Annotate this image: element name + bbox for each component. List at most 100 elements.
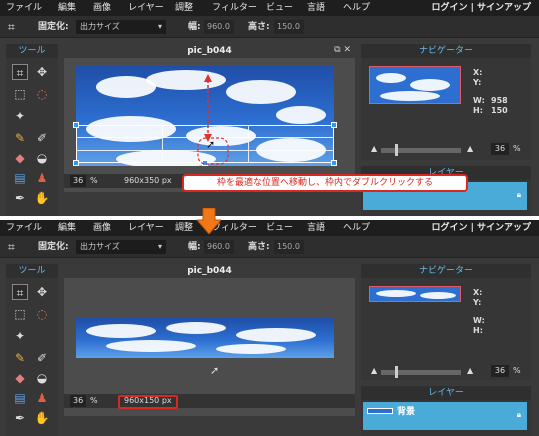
navigator-zoom-row: ▲ ▲ 36 %	[371, 143, 526, 156]
move-icon[interactable]: ✥	[34, 284, 50, 300]
stamp-icon[interactable]: ♟	[34, 170, 50, 186]
document-window: pic_b044 ⧉ ✕ ➚	[64, 44, 355, 192]
menu-filter[interactable]: フィルター	[212, 0, 257, 16]
zoom-out-icon[interactable]: ▲	[371, 144, 377, 153]
eraser-icon[interactable]: ◆	[12, 150, 28, 166]
menu-bar: ファイル 編集 画像 レイヤー 調整 フィルター ビュー 言語 ヘルプ ログイン…	[0, 0, 539, 16]
lock-icon: 🔒︎	[516, 190, 521, 199]
menu-file[interactable]: ファイル	[6, 220, 42, 236]
navigator-thumbnail[interactable]	[369, 66, 461, 104]
gradient-icon[interactable]: ▤	[12, 170, 28, 186]
menu-language[interactable]: 言語	[307, 220, 325, 236]
marquee-icon[interactable]: ⬚	[12, 86, 28, 102]
zoom-slider[interactable]	[381, 366, 461, 378]
crop-handle[interactable]	[331, 122, 337, 128]
zoom-field[interactable]: 36	[70, 175, 87, 187]
instruction-callout: 枠を最適な位置へ移動し、枠内でダブルクリックする	[182, 174, 468, 192]
lasso-icon[interactable]: ◌	[34, 86, 50, 102]
crop-handle[interactable]	[73, 122, 79, 128]
zoom-slider-knob[interactable]	[395, 366, 398, 378]
zoom-field[interactable]: 36	[70, 395, 87, 407]
navigator-panel: ナビゲーター X: Y: W: 958 H: 150 ▲ ▲ 36 %	[361, 44, 531, 160]
height-input[interactable]: 150.0	[274, 240, 304, 254]
gradient-icon[interactable]: ▤	[12, 390, 28, 406]
cursor-icon: ➚	[206, 138, 216, 151]
width-label: 幅:	[188, 242, 201, 252]
brush-icon[interactable]: ✐	[34, 350, 50, 366]
zoom-percent: %	[90, 396, 98, 405]
layer-row[interactable]: 背景 🔒︎	[363, 402, 527, 430]
tools-header: ツール	[6, 44, 58, 58]
navigator-thumbnail[interactable]	[369, 286, 461, 302]
zoom-slider-knob[interactable]	[395, 144, 398, 156]
window-controls-icon[interactable]: ⧉ ✕	[334, 45, 351, 55]
zoom-in-icon[interactable]: ▲	[467, 144, 473, 153]
eraser-icon[interactable]: ◆	[12, 370, 28, 386]
bucket-icon[interactable]: ◒	[34, 150, 50, 166]
menu-help[interactable]: ヘルプ	[343, 220, 370, 236]
crop-handle[interactable]	[73, 160, 79, 166]
lasso-icon[interactable]: ◌	[34, 306, 50, 322]
wand-icon[interactable]: ✦	[12, 108, 28, 124]
menu-language[interactable]: 言語	[307, 0, 325, 16]
menu-view[interactable]: ビュー	[266, 0, 293, 16]
crop-icon[interactable]: ⌗	[12, 64, 28, 80]
lock-icon: 🔒︎	[516, 410, 521, 419]
pencil-icon[interactable]: ✎	[12, 350, 28, 366]
blur-icon[interactable]: ✋	[34, 410, 50, 426]
stamp-icon[interactable]: ♟	[34, 390, 50, 406]
zoom-slider[interactable]	[381, 144, 461, 156]
navigator-zoom-field[interactable]: 36	[491, 365, 509, 377]
menu-layer[interactable]: レイヤー	[128, 0, 164, 16]
navigator-zoom-field[interactable]: 36	[491, 143, 509, 155]
menu-image[interactable]: 画像	[93, 220, 111, 236]
tools-panel: ツール ⌗ ✥ ⬚ ◌ ✦ ✎ ✐ ◆ ◒ ▤ ♟ ✒ ✋	[6, 264, 58, 436]
h-label: H:	[473, 106, 483, 115]
height-label: 高さ:	[248, 242, 270, 252]
blur-icon[interactable]: ✋	[34, 190, 50, 206]
width-input[interactable]: 960.0	[204, 240, 234, 254]
menu-edit[interactable]: 編集	[58, 220, 76, 236]
picker-icon[interactable]: ✒	[12, 410, 28, 426]
width-input[interactable]: 960.0	[204, 20, 234, 34]
menu-adjust[interactable]: 調整	[175, 220, 193, 236]
wand-icon[interactable]: ✦	[12, 328, 28, 344]
navigator-percent: %	[513, 366, 521, 375]
fixed-dropdown[interactable]: 出力サイズ ▾	[76, 20, 166, 34]
layers-panel: レイヤー 背景 🔒︎	[361, 386, 531, 436]
crop-icon: ⌗	[8, 240, 15, 254]
height-input[interactable]: 150.0	[274, 20, 304, 34]
status-bar: 36 % 960x150 px	[64, 394, 355, 408]
y-label: Y:	[473, 78, 482, 87]
zoom-out-icon[interactable]: ▲	[371, 366, 377, 375]
h-value: 150	[491, 106, 508, 115]
crop-icon[interactable]: ⌗	[12, 284, 28, 300]
bucket-icon[interactable]: ◒	[34, 370, 50, 386]
x-label: X:	[473, 288, 483, 297]
move-icon[interactable]: ✥	[34, 64, 50, 80]
zoom-in-icon[interactable]: ▲	[467, 366, 473, 375]
document-title: pic_b044	[64, 264, 355, 278]
h-label: H:	[473, 326, 483, 335]
crop-handle[interactable]	[331, 160, 337, 166]
menu-adjust[interactable]: 調整	[175, 0, 193, 16]
menu-view[interactable]: ビュー	[266, 220, 293, 236]
height-label: 高さ:	[248, 22, 270, 32]
picker-icon[interactable]: ✒	[12, 190, 28, 206]
menu-bar: ファイル 編集 画像 レイヤー 調整 フィルター ビュー 言語 ヘルプ ログイン…	[0, 220, 539, 236]
canvas-image[interactable]	[76, 318, 334, 358]
fixed-dropdown[interactable]: 出力サイズ ▾	[76, 240, 166, 254]
login-signup-link[interactable]: ログイン | サインアップ	[431, 0, 531, 16]
navigator-panel: ナビゲーター X: Y: W: H: ▲ ▲ 36 %	[361, 264, 531, 380]
brush-icon[interactable]: ✐	[34, 130, 50, 146]
login-signup-link[interactable]: ログイン | サインアップ	[431, 220, 531, 236]
pencil-icon[interactable]: ✎	[12, 130, 28, 146]
menu-image[interactable]: 画像	[93, 0, 111, 16]
crop-grid-line	[162, 125, 163, 163]
menu-edit[interactable]: 編集	[58, 0, 76, 16]
menu-layer[interactable]: レイヤー	[128, 220, 164, 236]
navigator-header: ナビゲーター	[361, 264, 531, 278]
menu-help[interactable]: ヘルプ	[343, 0, 370, 16]
marquee-icon[interactable]: ⬚	[12, 306, 28, 322]
menu-file[interactable]: ファイル	[6, 0, 42, 16]
